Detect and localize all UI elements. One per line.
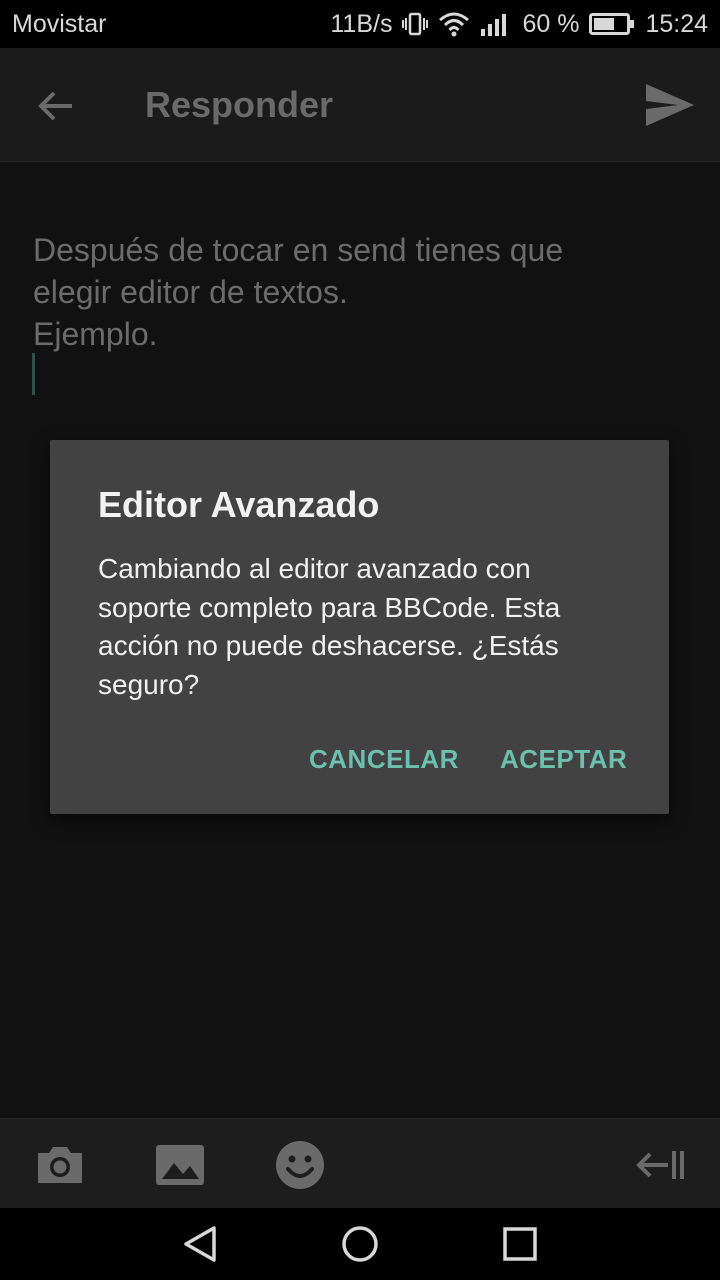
dialog-message-line: acción no puede deshacerse. ¿Estás (98, 630, 559, 661)
wifi-icon (439, 12, 470, 37)
reply-text: Después de tocar en send tienes que eleg… (33, 229, 693, 355)
battery-percent: 60 % (522, 9, 580, 38)
send-icon[interactable] (644, 82, 696, 128)
app-bar: Responder (0, 48, 720, 162)
system-nav-bar (0, 1208, 720, 1280)
dialog-message-line: soporte completo para BBCode. Esta (98, 591, 561, 623)
accept-button[interactable]: ACEPTAR (500, 744, 627, 775)
clock: 15:24 (645, 9, 708, 38)
dialog-title: Editor Avanzado (98, 484, 380, 525)
home-circle-icon[interactable] (340, 1224, 380, 1264)
cancel-button[interactable]: CANCELAR (309, 744, 459, 775)
dialog-message-line: seguro? (98, 668, 200, 700)
status-icons: 11B/s 60 % 15:24 (330, 10, 708, 39)
carrier-name: Movistar (12, 9, 107, 38)
dialog-message-line: Cambiando al editor avanzado con (98, 553, 531, 584)
reply-text-line: Después de tocar en send tienes que (33, 232, 564, 268)
reply-text-line: Ejemplo. (33, 316, 158, 352)
dialog-message: Cambiando al editor avanzado con soporte… (98, 550, 638, 704)
text-cursor (32, 353, 35, 395)
collapse-keyboard-icon[interactable] (634, 1145, 688, 1185)
network-speed: 11B/s (330, 9, 393, 38)
back-arrow-icon[interactable] (36, 86, 76, 126)
editor-toolbar (0, 1118, 720, 1208)
camera-icon[interactable] (34, 1139, 86, 1191)
vibrate-icon (402, 12, 429, 36)
reply-text-line: elegir editor de textos. (33, 274, 348, 310)
signal-icon (481, 14, 507, 36)
status-bar: Movistar 11B/s 60 % 15:24 (0, 0, 720, 48)
image-icon[interactable] (154, 1139, 206, 1191)
screen: Movistar 11B/s 60 % 15:24 Responder Desp… (0, 0, 720, 1280)
emoji-icon[interactable] (274, 1139, 326, 1191)
back-triangle-icon[interactable] (180, 1224, 220, 1264)
advanced-editor-dialog: Editor Avanzado Cambiando al editor avan… (50, 440, 669, 814)
recents-square-icon[interactable] (500, 1224, 540, 1264)
battery-icon (589, 13, 635, 35)
page-title: Responder (145, 84, 334, 125)
